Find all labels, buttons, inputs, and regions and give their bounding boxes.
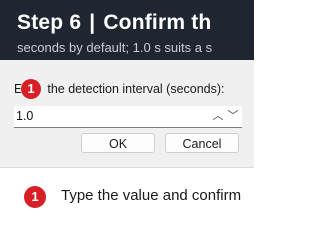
step-heading: Confirm th <box>103 11 212 34</box>
instruction-area: 1 Type the value and confirm <box>0 168 254 228</box>
prompt-label-rest: the detection interval (seconds): <box>47 82 225 96</box>
step-title: Step 6 | Confirm th <box>17 11 211 35</box>
input-dialog: Ethe detection interval (seconds): 1 ︿ ﹀… <box>0 60 254 168</box>
spin-down-icon[interactable]: ﹀ <box>226 109 240 123</box>
cancel-button[interactable]: Cancel <box>165 133 239 153</box>
instruction-marker-badge: 1 <box>24 186 46 208</box>
step-subtitle: seconds by default; 1.0 s suits a s <box>17 40 213 55</box>
interval-input-box[interactable]: ︿ ﹀ <box>14 106 242 128</box>
title-separator: | <box>89 11 96 34</box>
prompt-label: Ethe detection interval (seconds): <box>14 81 225 97</box>
step-banner: Step 6 | Confirm th seconds by default; 1.… <box>0 0 254 60</box>
spin-up-icon[interactable]: ︿ <box>211 109 225 123</box>
instruction-text: Type the value and confirm <box>61 187 242 204</box>
step-number: Step 6 <box>17 11 82 34</box>
step-marker-badge: 1 <box>21 79 41 99</box>
ok-button[interactable]: OK <box>81 133 155 153</box>
interval-input[interactable] <box>16 107 196 125</box>
